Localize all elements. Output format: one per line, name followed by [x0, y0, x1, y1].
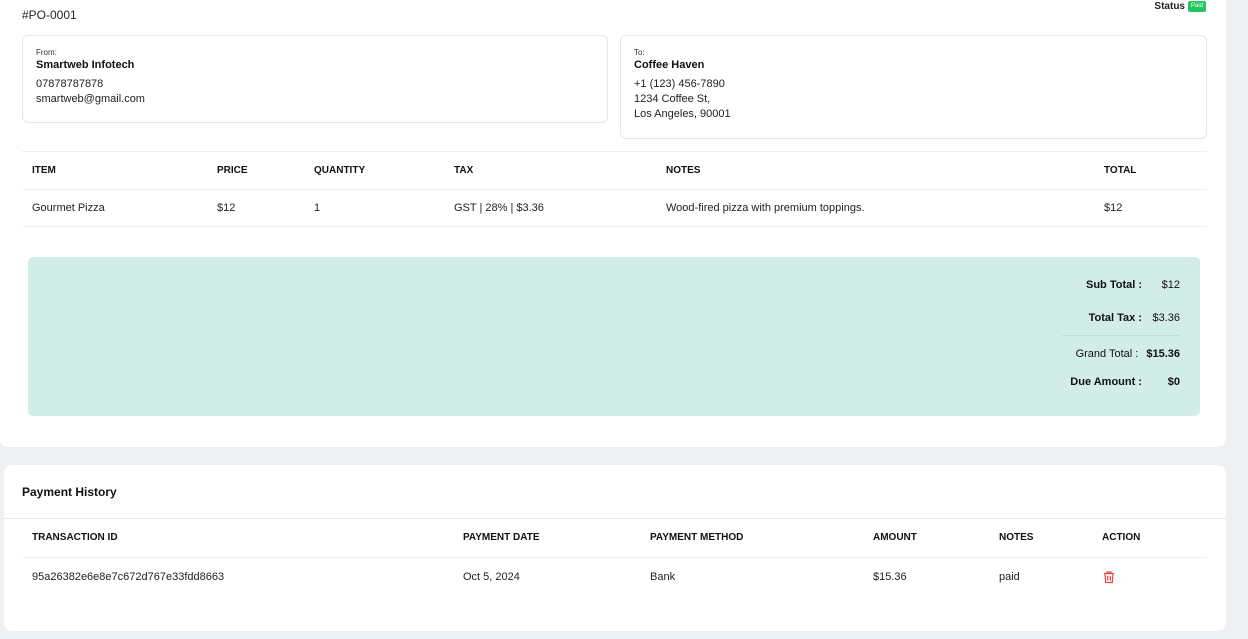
col-total: TOTAL	[1094, 151, 1207, 190]
item-quantity: 1	[304, 189, 444, 227]
col-payment-date: PAYMENT DATE	[453, 519, 640, 558]
table-row: Gourmet Pizza $12 1 GST | 28% | $3.36 Wo…	[22, 189, 1207, 227]
col-tax: TAX	[444, 151, 656, 190]
to-phone: +1 (123) 456-7890	[634, 78, 725, 90]
payment-history-title: Payment History	[22, 485, 117, 499]
to-label: To:	[634, 48, 645, 57]
totals-summary: Sub Total : $12 Total Tax : $3.36 Grand …	[28, 257, 1200, 416]
to-address-line2: Los Angeles, 90001	[634, 108, 731, 120]
purchase-order-card: #PO-0001 Status Paid From: Smartweb Info…	[0, 0, 1226, 447]
total-tax-label: Total Tax :	[1088, 312, 1142, 324]
from-address-box: From: Smartweb Infotech 07878787878 smar…	[22, 35, 608, 123]
to-address-box: To: Coffee Haven +1 (123) 456-7890 1234 …	[620, 35, 1207, 139]
from-email: smartweb@gmail.com	[36, 93, 145, 105]
grand-total-label: Grand Total :	[1075, 348, 1139, 360]
sub-total-label: Sub Total :	[1085, 279, 1142, 291]
due-amount-label: Due Amount :	[1070, 376, 1142, 388]
status-label: Status	[1154, 1, 1185, 12]
payment-date: Oct 5, 2024	[463, 571, 520, 584]
grand-total-value: $15.36	[1146, 348, 1180, 360]
col-quantity: QUANTITY	[304, 151, 444, 190]
transaction-id: 95a26382e6e8e7c672d767e33fdd8663	[32, 571, 225, 584]
col-action: ACTION	[1092, 519, 1207, 558]
payment-amount: $15.36	[873, 571, 907, 584]
col-transaction-id: TRANSACTION ID	[22, 519, 453, 558]
due-amount-row: Due Amount : $0	[1070, 376, 1180, 388]
to-address-line1: 1234 Coffee St,	[634, 93, 711, 105]
col-notes: NOTES	[656, 151, 1094, 190]
total-tax-value: $3.36	[1152, 312, 1180, 324]
col-amount: AMOUNT	[863, 519, 989, 558]
col-notes: NOTES	[989, 519, 1092, 558]
item-tax: GST | 28% | $3.36	[444, 189, 656, 227]
col-item: ITEM	[22, 151, 207, 190]
payment-notes: paid	[999, 571, 1020, 584]
sub-total-row: Sub Total : $12	[1086, 279, 1180, 291]
table-row: 95a26382e6e8e7c672d767e33fdd8663 Oct 5, …	[22, 557, 1207, 597]
items-table: ITEM PRICE QUANTITY TAX NOTES TOTAL Gour…	[22, 151, 1207, 227]
from-label: From:	[36, 48, 57, 57]
payment-action	[1092, 557, 1207, 597]
due-amount-value: $0	[1167, 376, 1180, 388]
item-name: Gourmet Pizza	[22, 189, 207, 227]
to-name: Coffee Haven	[634, 59, 705, 71]
trash-icon[interactable]	[1102, 570, 1116, 584]
sub-total-value: $12	[1161, 279, 1180, 291]
item-total: $12	[1094, 189, 1207, 227]
payments-header-row: TRANSACTION ID PAYMENT DATE PAYMENT METH…	[22, 519, 1207, 558]
col-price: PRICE	[207, 151, 304, 190]
item-price: $12	[207, 189, 304, 227]
from-phone: 07878787878	[36, 78, 104, 90]
payments-table: TRANSACTION ID PAYMENT DATE PAYMENT METH…	[22, 519, 1207, 597]
payment-history-card: Payment History TRANSACTION ID PAYMENT D…	[4, 465, 1226, 631]
item-notes: Wood-fired pizza with premium toppings.	[656, 189, 1094, 227]
total-tax-row: Total Tax : $3.36	[1089, 312, 1180, 324]
summary-divider	[1062, 335, 1180, 336]
po-number: #PO-0001	[22, 8, 77, 22]
status-indicator: Status Paid	[1154, 1, 1206, 12]
from-name: Smartweb Infotech	[36, 59, 135, 71]
grand-total-row: Grand Total : $15.36	[1076, 348, 1180, 360]
items-header-row: ITEM PRICE QUANTITY TAX NOTES TOTAL	[22, 151, 1207, 190]
status-badge: Paid	[1187, 1, 1206, 12]
payment-method: Bank	[650, 571, 676, 584]
col-payment-method: PAYMENT METHOD	[640, 519, 863, 558]
